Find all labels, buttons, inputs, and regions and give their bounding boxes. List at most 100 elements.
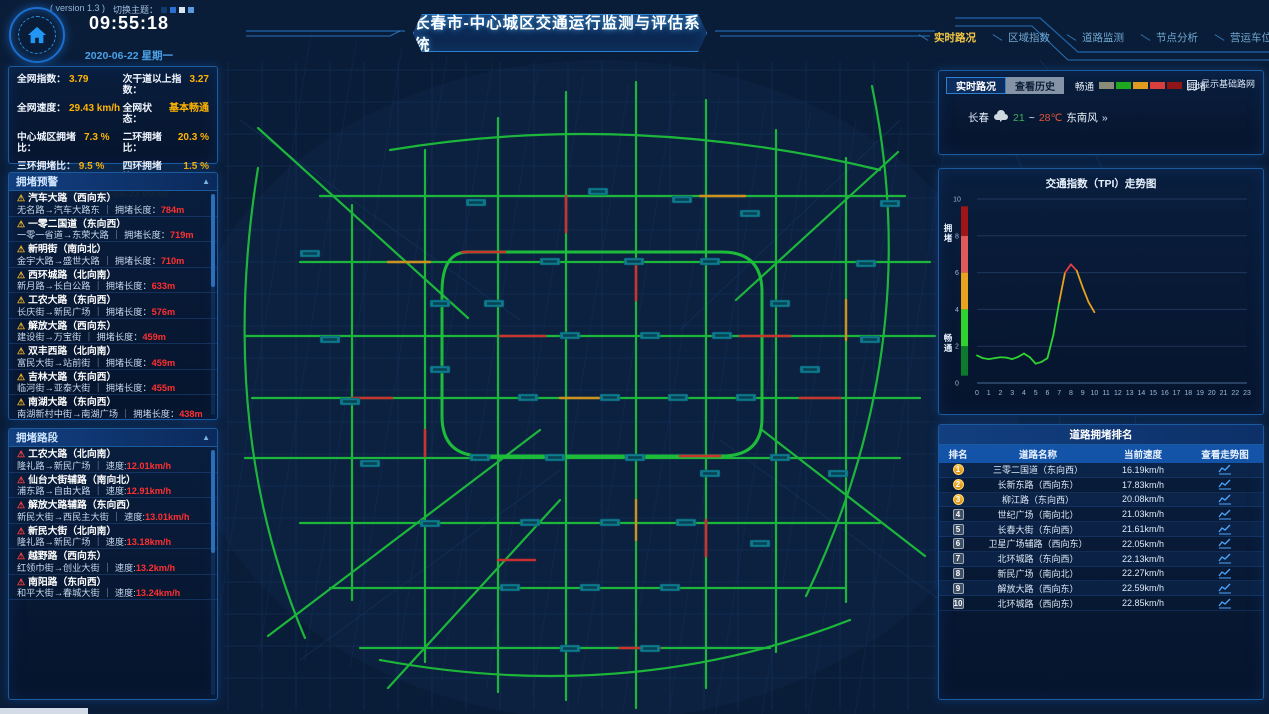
warning-icon (17, 193, 25, 203)
svg-text:8: 8 (1069, 390, 1073, 397)
alert-icon (17, 526, 25, 536)
warning-icon (17, 295, 25, 305)
trend-chart-icon[interactable] (1187, 553, 1263, 564)
trend-chart-icon[interactable] (1187, 524, 1263, 535)
checkbox-icon[interactable] (1187, 80, 1197, 90)
base-network-checkbox[interactable]: 显示基础路网 (1187, 79, 1255, 90)
ranking-title: 道路拥堵排名 (939, 425, 1263, 445)
warning-icon (17, 397, 25, 407)
ranking-row[interactable]: 9解放大路（西向东）22.59km/h (939, 581, 1263, 596)
tab-realtime-traffic[interactable]: 实时路况 (946, 77, 1006, 94)
page-scrollbar[interactable] (0, 708, 88, 714)
warning-item[interactable]: 汽车大路（西向东）无名路→汽车大路东｜拥堵长度：784m (9, 191, 217, 217)
svg-text:4: 4 (955, 307, 959, 314)
warning-list: 汽车大路（西向东）无名路→汽车大路东｜拥堵长度：784m 一零二国道（东向西）一… (9, 191, 217, 420)
alert-icon (17, 551, 25, 561)
jam-item[interactable]: 新民大街（北向南）隆礼路→新民广场｜速度:13.18km/h (9, 524, 217, 550)
jam-item[interactable]: 仙台大街辅路（南向北）浦东路→自由大路｜速度:12.91km/h (9, 473, 217, 499)
warning-icon (17, 321, 25, 331)
jam-item[interactable]: 越野路（西向东）红领巾街→创业大街｜速度:13.2km/h (9, 549, 217, 575)
scrollbar[interactable] (211, 194, 215, 415)
jam-item[interactable]: 解放大路辅路（东向西）新民大街→西民主大街｜速度:13.01km/h (9, 498, 217, 524)
svg-text:畅通: 畅通 (944, 333, 953, 353)
ranking-header-row: 排名道路名称 当前速度查看走势图 (939, 445, 1263, 463)
legend-swatch (1099, 82, 1114, 89)
legend-swatch (1150, 82, 1165, 89)
ranking-row[interactable]: 5长春大街（东向西）21.61km/h (939, 522, 1263, 537)
nav-item-vehicle-location[interactable]: 营运车位置 (1214, 30, 1269, 45)
ranking-row[interactable]: 8新民广场（南向北）22.27km/h (939, 567, 1263, 582)
jam-item[interactable]: 南阳路（东向西）和平大街→春城大街｜速度:13.24km/h (9, 575, 217, 601)
theme-swatch-icon[interactable] (161, 7, 167, 13)
warning-item[interactable]: 南湖大路（东向西）南湖新村中街→南湖广场｜拥堵长度：438m (9, 395, 217, 420)
nav-item-region-index[interactable]: 区域指数 (992, 30, 1050, 45)
temp-high: 28℃ (1039, 112, 1062, 124)
tab-view-history[interactable]: 查看历史 (1006, 77, 1064, 94)
ranking-row[interactable]: 10北环城路（西向东）22.85km/h (939, 596, 1263, 611)
temp-low: 21 (1013, 112, 1025, 124)
trend-chart-icon[interactable] (1187, 583, 1263, 594)
svg-text:16: 16 (1161, 390, 1169, 397)
ranking-row[interactable]: 7北环城路（东向西）22.13km/h (939, 552, 1263, 567)
alert-icon (17, 475, 25, 485)
svg-text:2: 2 (955, 344, 959, 351)
ranking-row[interactable]: 6卫星广场辅路（西向东）22.05km/h (939, 537, 1263, 552)
nav-item-node-analysis[interactable]: 节点分析 (1140, 30, 1198, 45)
main-nav: 实时路况 区域指数 道路监测 节点分析 营运车位置 数据查询 (918, 30, 1269, 45)
svg-text:0: 0 (975, 390, 979, 397)
ranking-row[interactable]: 1三零二国道（东向西）16.19km/h (939, 463, 1263, 478)
warning-item[interactable]: 吉林大路（东向西）临河街→亚泰大街｜拥堵长度：455m (9, 370, 217, 396)
warning-item[interactable]: 一零二国道（东向西）一零一省道→东荣大路｜拥堵长度：719m (9, 217, 217, 243)
ranking-row[interactable]: 3柳江路（东向西）20.08km/h (939, 493, 1263, 508)
stat-arterial-index: 次干道以上指数：3.27 (123, 74, 209, 96)
warning-icon (17, 346, 25, 356)
warning-item[interactable]: 西环城路（北向南）新月路→长白公路｜拥堵长度：633m (9, 268, 217, 294)
trend-chart-icon[interactable] (1187, 538, 1263, 549)
scrollbar[interactable] (211, 450, 215, 695)
weather-city: 长春 (968, 110, 989, 125)
nav-item-realtime[interactable]: 实时路况 (918, 30, 976, 45)
weather-bar: 长春 21 ~ 28℃ 东南风 » (968, 110, 1256, 125)
svg-text:10: 10 (1090, 390, 1098, 397)
warning-item[interactable]: 解放大路（西向东）建设街→万宝街｜拥堵长度：459m (9, 319, 217, 345)
home-button[interactable] (9, 7, 65, 63)
dashboard: { "header": { "version": "( version 1.3 … (0, 0, 1269, 714)
svg-text:15: 15 (1149, 390, 1157, 397)
svg-text:10: 10 (953, 197, 961, 204)
collapse-icon[interactable]: ▲ (202, 177, 210, 186)
trend-chart-icon[interactable] (1187, 568, 1263, 579)
network-stats-panel: 全网指数：3.79 次干道以上指数：3.27 全网速度：29.43 km/h 全… (8, 66, 218, 164)
svg-text:13: 13 (1126, 390, 1134, 397)
ranking-row[interactable]: 4世纪广场（南向北）21.03km/h (939, 507, 1263, 522)
warning-icon (17, 219, 25, 229)
weather-more-link[interactable]: » (1102, 112, 1108, 124)
trend-chart-icon[interactable] (1187, 598, 1263, 609)
trend-chart-icon[interactable] (1187, 464, 1263, 475)
nav-item-road-monitor[interactable]: 道路监测 (1066, 30, 1124, 45)
theme-swatch-icon[interactable] (188, 7, 194, 13)
theme-swatch-icon[interactable] (179, 7, 185, 13)
warning-item[interactable]: 新明街（南向北）金宇大路→盛世大路｜拥堵长度：710m (9, 242, 217, 268)
alert-icon (17, 449, 25, 459)
collapse-icon[interactable]: ▲ (202, 433, 210, 442)
clock: 09:55:18 (84, 13, 174, 34)
svg-text:21: 21 (1220, 390, 1228, 397)
svg-text:12: 12 (1114, 390, 1122, 397)
trend-chart-icon[interactable] (1187, 509, 1263, 520)
warning-icon (17, 244, 25, 254)
theme-swatch-icon[interactable] (170, 7, 176, 13)
jam-item[interactable]: 工农大路（北向南）隆礼路→新民广场｜速度:12.01km/h (9, 447, 217, 473)
trend-chart-icon[interactable] (1187, 479, 1263, 490)
trend-chart-icon[interactable] (1187, 494, 1263, 505)
svg-text:6: 6 (955, 270, 959, 277)
tpi-chart: 0246810012345678910111213141516171819202… (939, 191, 1261, 409)
legend-swatch (1116, 82, 1131, 89)
ranking-row[interactable]: 2长新东路（西向东）17.83km/h (939, 478, 1263, 493)
warning-item[interactable]: 双丰西路（北向南）富民大街→站前街｜拥堵长度：459m (9, 344, 217, 370)
svg-text:9: 9 (1081, 390, 1085, 397)
alert-icon (17, 500, 25, 510)
warning-item[interactable]: 工农大路（东向西）长庆街→新民广场｜拥堵长度：576m (9, 293, 217, 319)
road-ranking-panel: 道路拥堵排名 排名道路名称 当前速度查看走势图 1三零二国道（东向西）16.19… (938, 424, 1264, 700)
svg-text:17: 17 (1173, 390, 1181, 397)
stat-network-speed: 全网速度：29.43 km/h (17, 103, 123, 125)
